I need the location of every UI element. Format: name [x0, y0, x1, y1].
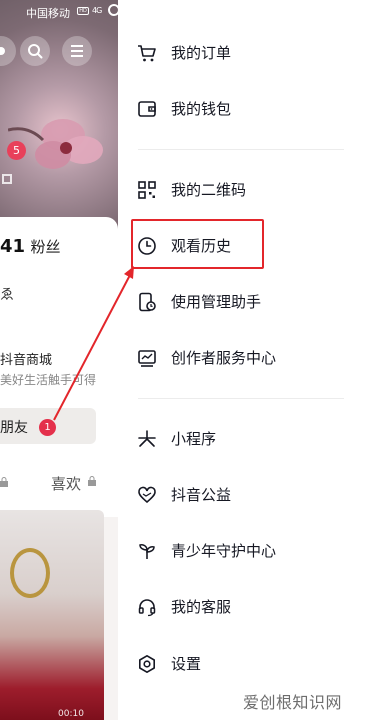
watermark: 爱创根知识网	[243, 693, 343, 712]
annotation-arrow	[53, 266, 134, 421]
